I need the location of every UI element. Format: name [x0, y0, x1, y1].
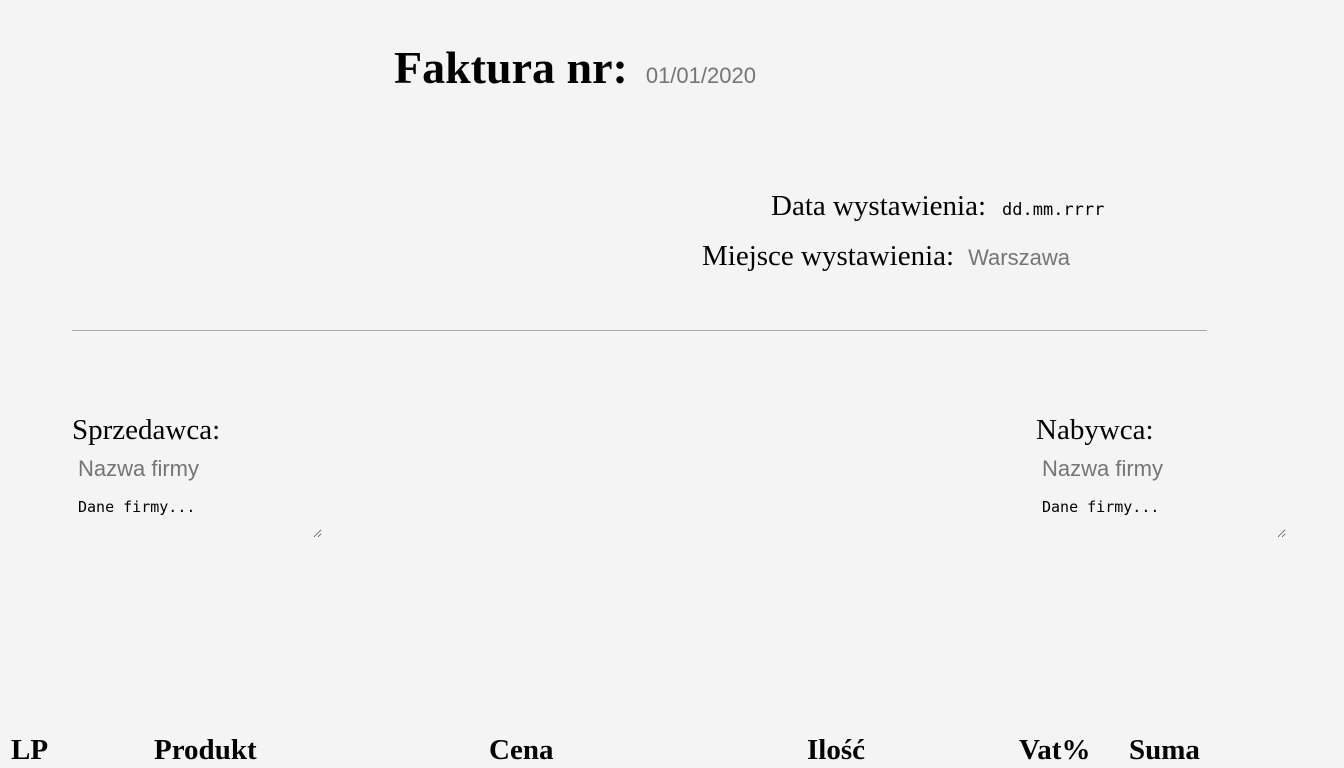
buyer-label: Nabywca:	[1036, 414, 1154, 446]
issue-date-input[interactable]	[1002, 200, 1163, 220]
column-header-vat: Vat%	[1019, 734, 1091, 766]
buyer-section: Nabywca:	[1036, 412, 1296, 538]
items-table-header: LP Produkt Cena Ilość Vat% Suma	[0, 732, 1344, 768]
page-title: Faktura nr:	[394, 42, 628, 93]
invoice-title-row: Faktura nr:	[394, 40, 846, 100]
issue-place-label: Miejsce wystawienia:	[702, 240, 955, 272]
column-header-lp: LP	[11, 734, 49, 766]
section-divider	[72, 330, 1207, 331]
buyer-name-input[interactable]	[1042, 456, 1282, 482]
seller-name-input[interactable]	[78, 456, 318, 482]
seller-details-textarea[interactable]	[74, 496, 322, 538]
column-header-price: Cena	[489, 734, 554, 766]
column-header-product: Produkt	[154, 734, 257, 766]
buyer-details-textarea[interactable]	[1038, 496, 1286, 538]
issue-date-row: Data wystawienia:	[771, 188, 1163, 224]
column-header-sum: Suma	[1129, 734, 1200, 766]
seller-section: Sprzedawca:	[72, 412, 332, 538]
column-header-quantity: Ilość	[807, 734, 865, 766]
issue-place-input[interactable]	[968, 245, 1169, 271]
seller-label: Sprzedawca:	[72, 414, 221, 446]
invoice-number-input[interactable]	[645, 63, 846, 89]
issue-date-label: Data wystawienia:	[771, 190, 987, 222]
issue-place-row: Miejsce wystawienia:	[702, 238, 1169, 274]
